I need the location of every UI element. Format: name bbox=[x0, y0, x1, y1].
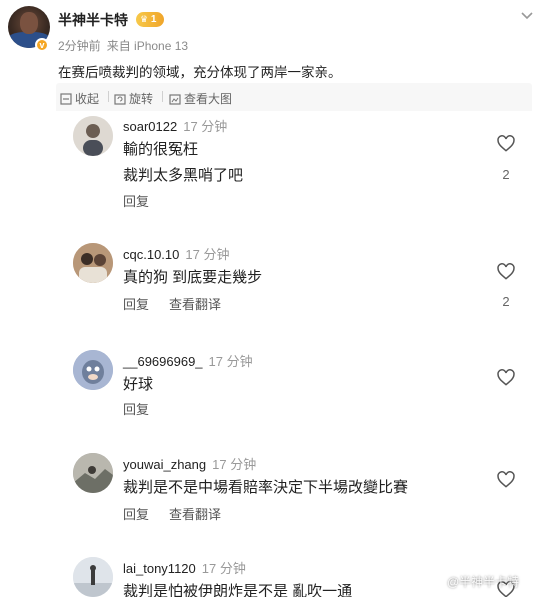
translate-button[interactable]: 查看翻译 bbox=[169, 507, 221, 522]
post-text: 在赛后喷裁判的领域，充分体现了两岸一家亲。 bbox=[58, 65, 342, 80]
image-icon bbox=[169, 93, 181, 105]
post-meta: 2分钟前 来自 iPhone 13 bbox=[58, 37, 188, 54]
comment-actions: 回复 查看翻译 bbox=[123, 504, 221, 523]
commenter-avatar[interactable] bbox=[73, 453, 113, 493]
comment-text: 輸的很冤枉 bbox=[123, 141, 199, 158]
weibo-watermark: @半神半卡特 bbox=[447, 575, 520, 589]
comment-time: 17 分钟 bbox=[201, 561, 246, 576]
commenter-avatar[interactable] bbox=[73, 243, 113, 283]
commenter-username: youwai_zhang bbox=[123, 457, 207, 472]
commenter-username: lai_tony1120 bbox=[123, 561, 196, 576]
comment-text: 真的狗 到底要走幾步 bbox=[123, 269, 263, 286]
post-time: 2分钟前 bbox=[58, 39, 101, 53]
commenter-name[interactable]: __69696969_ 17 分钟 bbox=[123, 351, 253, 370]
rotate-icon bbox=[114, 93, 126, 105]
commenter-username: __69696969_ bbox=[123, 354, 203, 369]
rotate-button[interactable]: 旋转 bbox=[114, 90, 153, 107]
heart-icon[interactable] bbox=[496, 470, 516, 490]
reply-button[interactable]: 回复 bbox=[123, 507, 149, 522]
image-panel: 收起 旋转 查看大图 soar0122 17 分钟 輸的很冤枉 裁判太多黑哨了吧 … bbox=[56, 83, 532, 597]
chevron-down-icon[interactable] bbox=[520, 8, 534, 22]
comment-time: 17 分钟 bbox=[208, 354, 253, 369]
commenter-avatar[interactable] bbox=[73, 116, 113, 156]
heart-icon[interactable] bbox=[496, 134, 516, 154]
heart-icon[interactable] bbox=[496, 262, 516, 282]
reply-button[interactable]: 回复 bbox=[123, 297, 149, 312]
post-header: v 半神半卡特 ♛ 1 2分钟前 来自 iPhone 13 在赛后喷裁判的领域，充… bbox=[0, 0, 544, 90]
view-large-label: 查看大图 bbox=[184, 92, 233, 106]
commenter-avatar[interactable] bbox=[73, 350, 113, 390]
comment-actions: 回复 bbox=[123, 399, 149, 418]
comment-time: 17 分钟 bbox=[183, 119, 228, 134]
toolbar-divider bbox=[108, 91, 109, 102]
collapse-icon bbox=[60, 92, 72, 105]
like-count: 2 bbox=[502, 167, 510, 182]
commenter-username: cqc.10.10 bbox=[123, 247, 180, 262]
comment-text: 好球 bbox=[123, 376, 154, 393]
commenter-name[interactable]: lai_tony1120 17 分钟 bbox=[123, 558, 246, 577]
commenter-name[interactable]: cqc.10.10 17 分钟 bbox=[123, 244, 229, 263]
screenshot-comments: soar0122 17 分钟 輸的很冤枉 裁判太多黑哨了吧 回复 2 cqc.10… bbox=[56, 111, 532, 597]
comment-actions: 回复 查看翻译 bbox=[123, 294, 221, 313]
comment-text: 裁判太多黑哨了吧 bbox=[123, 167, 244, 184]
heart-icon[interactable] bbox=[496, 368, 516, 388]
avatar-photo bbox=[73, 453, 113, 493]
avatar-face bbox=[20, 12, 38, 34]
image-toolbar: 收起 旋转 查看大图 bbox=[56, 83, 532, 111]
commenter-name[interactable]: youwai_zhang 17 分钟 bbox=[123, 454, 256, 473]
level-badge[interactable]: ♛ 1 bbox=[136, 12, 164, 27]
verified-badge-icon: v bbox=[35, 38, 49, 52]
commenter-avatar[interactable] bbox=[73, 557, 113, 597]
avatar-photo bbox=[73, 243, 113, 283]
post-source: 来自 iPhone 13 bbox=[106, 39, 189, 53]
comment-text: 裁判是怕被伊朗炸是不是 亂吹一通 bbox=[123, 583, 353, 597]
level-badge-number: 1 bbox=[150, 14, 157, 25]
comment-actions: 回复 bbox=[123, 191, 149, 210]
translate-button[interactable]: 查看翻译 bbox=[169, 297, 221, 312]
commenter-username: soar0122 bbox=[123, 119, 178, 134]
commenter-name[interactable]: soar0122 17 分钟 bbox=[123, 116, 227, 135]
crown-icon: ♛ bbox=[140, 14, 149, 24]
reply-button[interactable]: 回复 bbox=[123, 402, 149, 417]
avatar-photo bbox=[73, 116, 113, 156]
author-name[interactable]: 半神半卡特 bbox=[58, 10, 128, 30]
avatar-photo bbox=[73, 350, 113, 390]
avatar-photo bbox=[73, 557, 113, 597]
comment-time: 17 分钟 bbox=[185, 247, 230, 262]
rotate-label: 旋转 bbox=[129, 92, 154, 106]
collapse-label: 收起 bbox=[75, 92, 100, 106]
comment-time: 17 分钟 bbox=[212, 457, 257, 472]
comment-text: 裁判是不是中場看賠率決定下半場改變比賽 bbox=[123, 479, 409, 496]
like-count: 2 bbox=[502, 294, 510, 309]
view-large-button[interactable]: 查看大图 bbox=[169, 90, 232, 107]
reply-button[interactable]: 回复 bbox=[123, 194, 149, 209]
collapse-button[interactable]: 收起 bbox=[60, 90, 99, 107]
toolbar-divider bbox=[162, 91, 163, 102]
